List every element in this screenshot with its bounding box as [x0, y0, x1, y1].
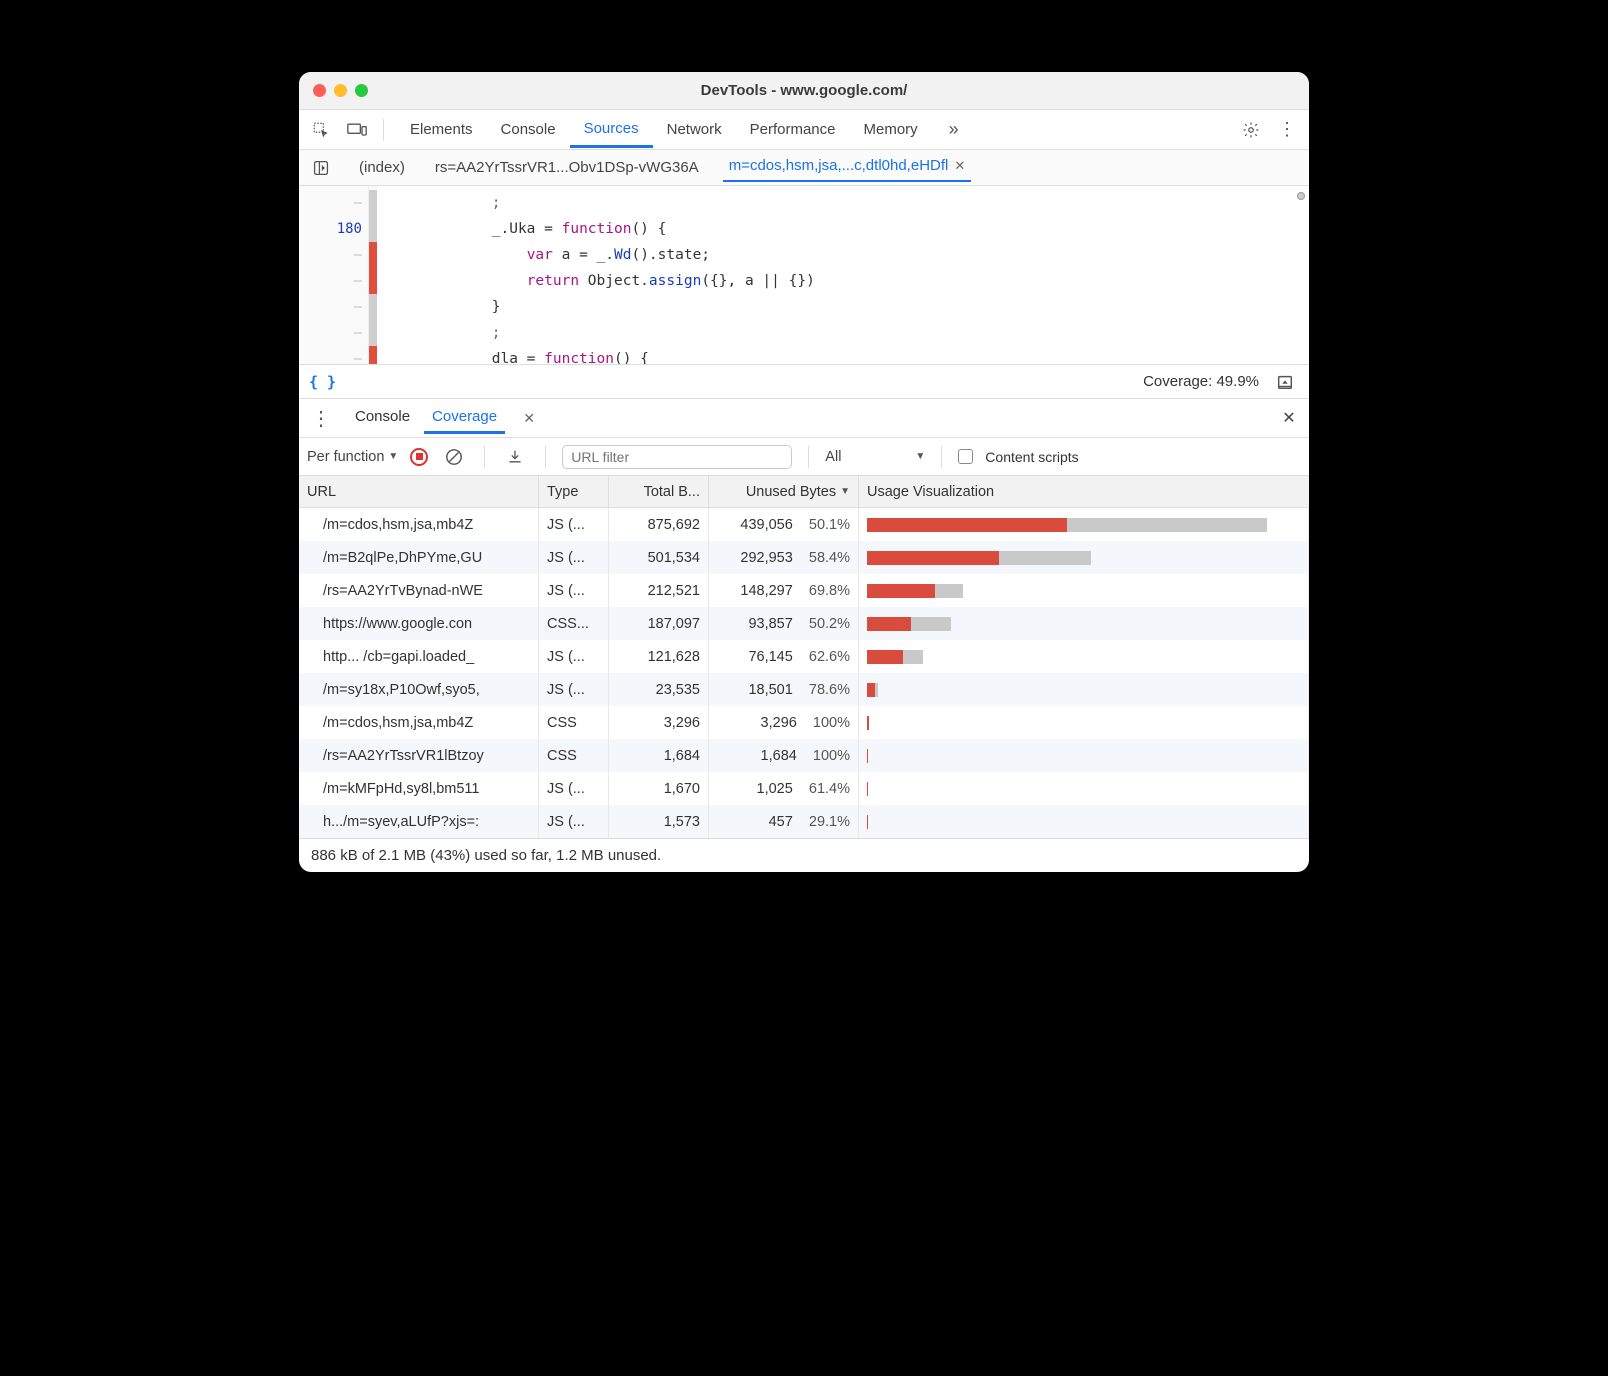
- coverage-toolbar: Per function ▼ All ▼ Content scripts: [299, 438, 1309, 476]
- code-content[interactable]: ; _.Uka = function() { var a = _.Wd().st…: [377, 186, 1309, 364]
- separator: [941, 446, 942, 468]
- tab-performance[interactable]: Performance: [736, 113, 850, 146]
- table-row[interactable]: http... /cb=gapi.loaded_JS (...121,62876…: [299, 640, 1309, 673]
- table-row[interactable]: /rs=AA2YrTssrVR1lBtzoyCSS1,6841,684 100%: [299, 739, 1309, 772]
- url-filter-input[interactable]: [562, 445, 792, 469]
- table-row[interactable]: /m=sy18x,P10Owf,syo5,JS (...23,53518,501…: [299, 673, 1309, 706]
- file-tab-bar: (index) rs=AA2YrTssrVR1...Obv1DSp-vWG36A m…: [299, 150, 1309, 186]
- tab-sources[interactable]: Sources: [570, 112, 653, 148]
- coverage-toggle-icon[interactable]: [1271, 368, 1299, 396]
- col-unused[interactable]: Unused Bytes ▼: [709, 476, 859, 507]
- table-row[interactable]: /m=kMFpHd,sy8l,bm511JS (...1,6701,025 61…: [299, 772, 1309, 805]
- col-total[interactable]: Total B...: [609, 476, 709, 507]
- coverage-percent-label: Coverage: 49.9%: [1143, 373, 1259, 390]
- table-row[interactable]: /m=cdos,hsm,jsa,mb4ZJS (...875,692439,05…: [299, 508, 1309, 541]
- file-tab[interactable]: m=cdos,hsm,jsa,...c,dtl0hd,eHDfl✕: [723, 153, 972, 182]
- drawer-tab-console[interactable]: Console: [347, 402, 418, 434]
- coverage-scope-label: Per function: [307, 449, 384, 465]
- type-filter-label: All: [825, 449, 841, 465]
- separator: [383, 119, 384, 141]
- coverage-table: URL Type Total B... Unused Bytes ▼ Usage…: [299, 476, 1309, 838]
- coverage-status-bar: 886 kB of 2.1 MB (43%) used so far, 1.2 …: [299, 838, 1309, 872]
- line-number-gutter: –180–––––: [299, 186, 369, 364]
- tab-console[interactable]: Console: [487, 113, 570, 146]
- col-type[interactable]: Type: [539, 476, 609, 507]
- content-scripts-checkbox[interactable]: [958, 449, 973, 464]
- kebab-menu-icon[interactable]: ⋮: [1273, 116, 1301, 144]
- source-code-pane[interactable]: –180––––– ; _.Uka = function() { var a =…: [299, 186, 1309, 364]
- drawer-tab-coverage[interactable]: Coverage: [424, 402, 505, 434]
- scroll-indicator: [1297, 192, 1305, 200]
- close-drawer-icon[interactable]: ✕: [1275, 404, 1303, 432]
- col-viz[interactable]: Usage Visualization: [859, 476, 1309, 507]
- tab-memory[interactable]: Memory: [850, 113, 932, 146]
- separator: [484, 446, 485, 468]
- record-button[interactable]: [410, 448, 428, 466]
- table-row[interactable]: /rs=AA2YrTvBynad-nWEJS (...212,521148,29…: [299, 574, 1309, 607]
- table-row[interactable]: /m=cdos,hsm,jsa,mb4ZCSS3,2963,296 100%: [299, 706, 1309, 739]
- drawer-menu-icon[interactable]: ⋮: [305, 406, 337, 431]
- file-tab[interactable]: rs=AA2YrTssrVR1...Obv1DSp-vWG36A: [429, 155, 705, 180]
- main-tabs: ElementsConsoleSourcesNetworkPerformance…: [396, 112, 932, 148]
- main-toolbar: ElementsConsoleSourcesNetworkPerformance…: [299, 110, 1309, 150]
- tab-elements[interactable]: Elements: [396, 113, 487, 146]
- drawer-tab-bar: ⋮ ConsoleCoverage ✕ ✕: [299, 398, 1309, 438]
- chevron-down-icon: ▼: [388, 451, 398, 462]
- pretty-print-icon[interactable]: { }: [309, 373, 336, 391]
- inspect-icon[interactable]: [307, 116, 335, 144]
- show-navigator-icon[interactable]: [307, 154, 335, 182]
- separator: [808, 446, 809, 468]
- table-row[interactable]: h.../m=syev,aLUfP?xjs=:JS (...1,573457 2…: [299, 805, 1309, 838]
- device-toolbar-icon[interactable]: [343, 116, 371, 144]
- window-title: DevTools - www.google.com/: [299, 82, 1309, 99]
- sort-desc-icon: ▼: [840, 486, 850, 497]
- separator: [545, 446, 546, 468]
- titlebar: DevTools - www.google.com/: [299, 72, 1309, 110]
- table-header[interactable]: URL Type Total B... Unused Bytes ▼ Usage…: [299, 476, 1309, 508]
- coverage-scope-dropdown[interactable]: Per function ▼: [307, 449, 398, 465]
- content-scripts-label: Content scripts: [985, 449, 1078, 465]
- source-footer: { } Coverage: 49.9%: [299, 364, 1309, 398]
- type-filter-dropdown[interactable]: All ▼: [825, 449, 925, 465]
- coverage-gutter: [369, 186, 377, 364]
- file-tab[interactable]: (index): [353, 155, 411, 180]
- table-row[interactable]: /m=B2qlPe,DhPYme,GUJS (...501,534292,953…: [299, 541, 1309, 574]
- clear-icon[interactable]: [440, 443, 468, 471]
- settings-icon[interactable]: [1237, 116, 1265, 144]
- close-drawer-tab-icon[interactable]: ✕: [515, 404, 543, 432]
- export-icon[interactable]: [501, 443, 529, 471]
- status-text: 886 kB of 2.1 MB (43%) used so far, 1.2 …: [311, 847, 661, 864]
- col-url[interactable]: URL: [299, 476, 539, 507]
- tab-network[interactable]: Network: [653, 113, 736, 146]
- table-row[interactable]: https://www.google.conCSS...187,09793,85…: [299, 607, 1309, 640]
- more-tabs-icon[interactable]: »: [940, 116, 968, 144]
- devtools-window: DevTools - www.google.com/ ElementsConso…: [299, 72, 1309, 872]
- close-tab-icon[interactable]: ✕: [954, 158, 965, 174]
- chevron-down-icon: ▼: [915, 451, 925, 462]
